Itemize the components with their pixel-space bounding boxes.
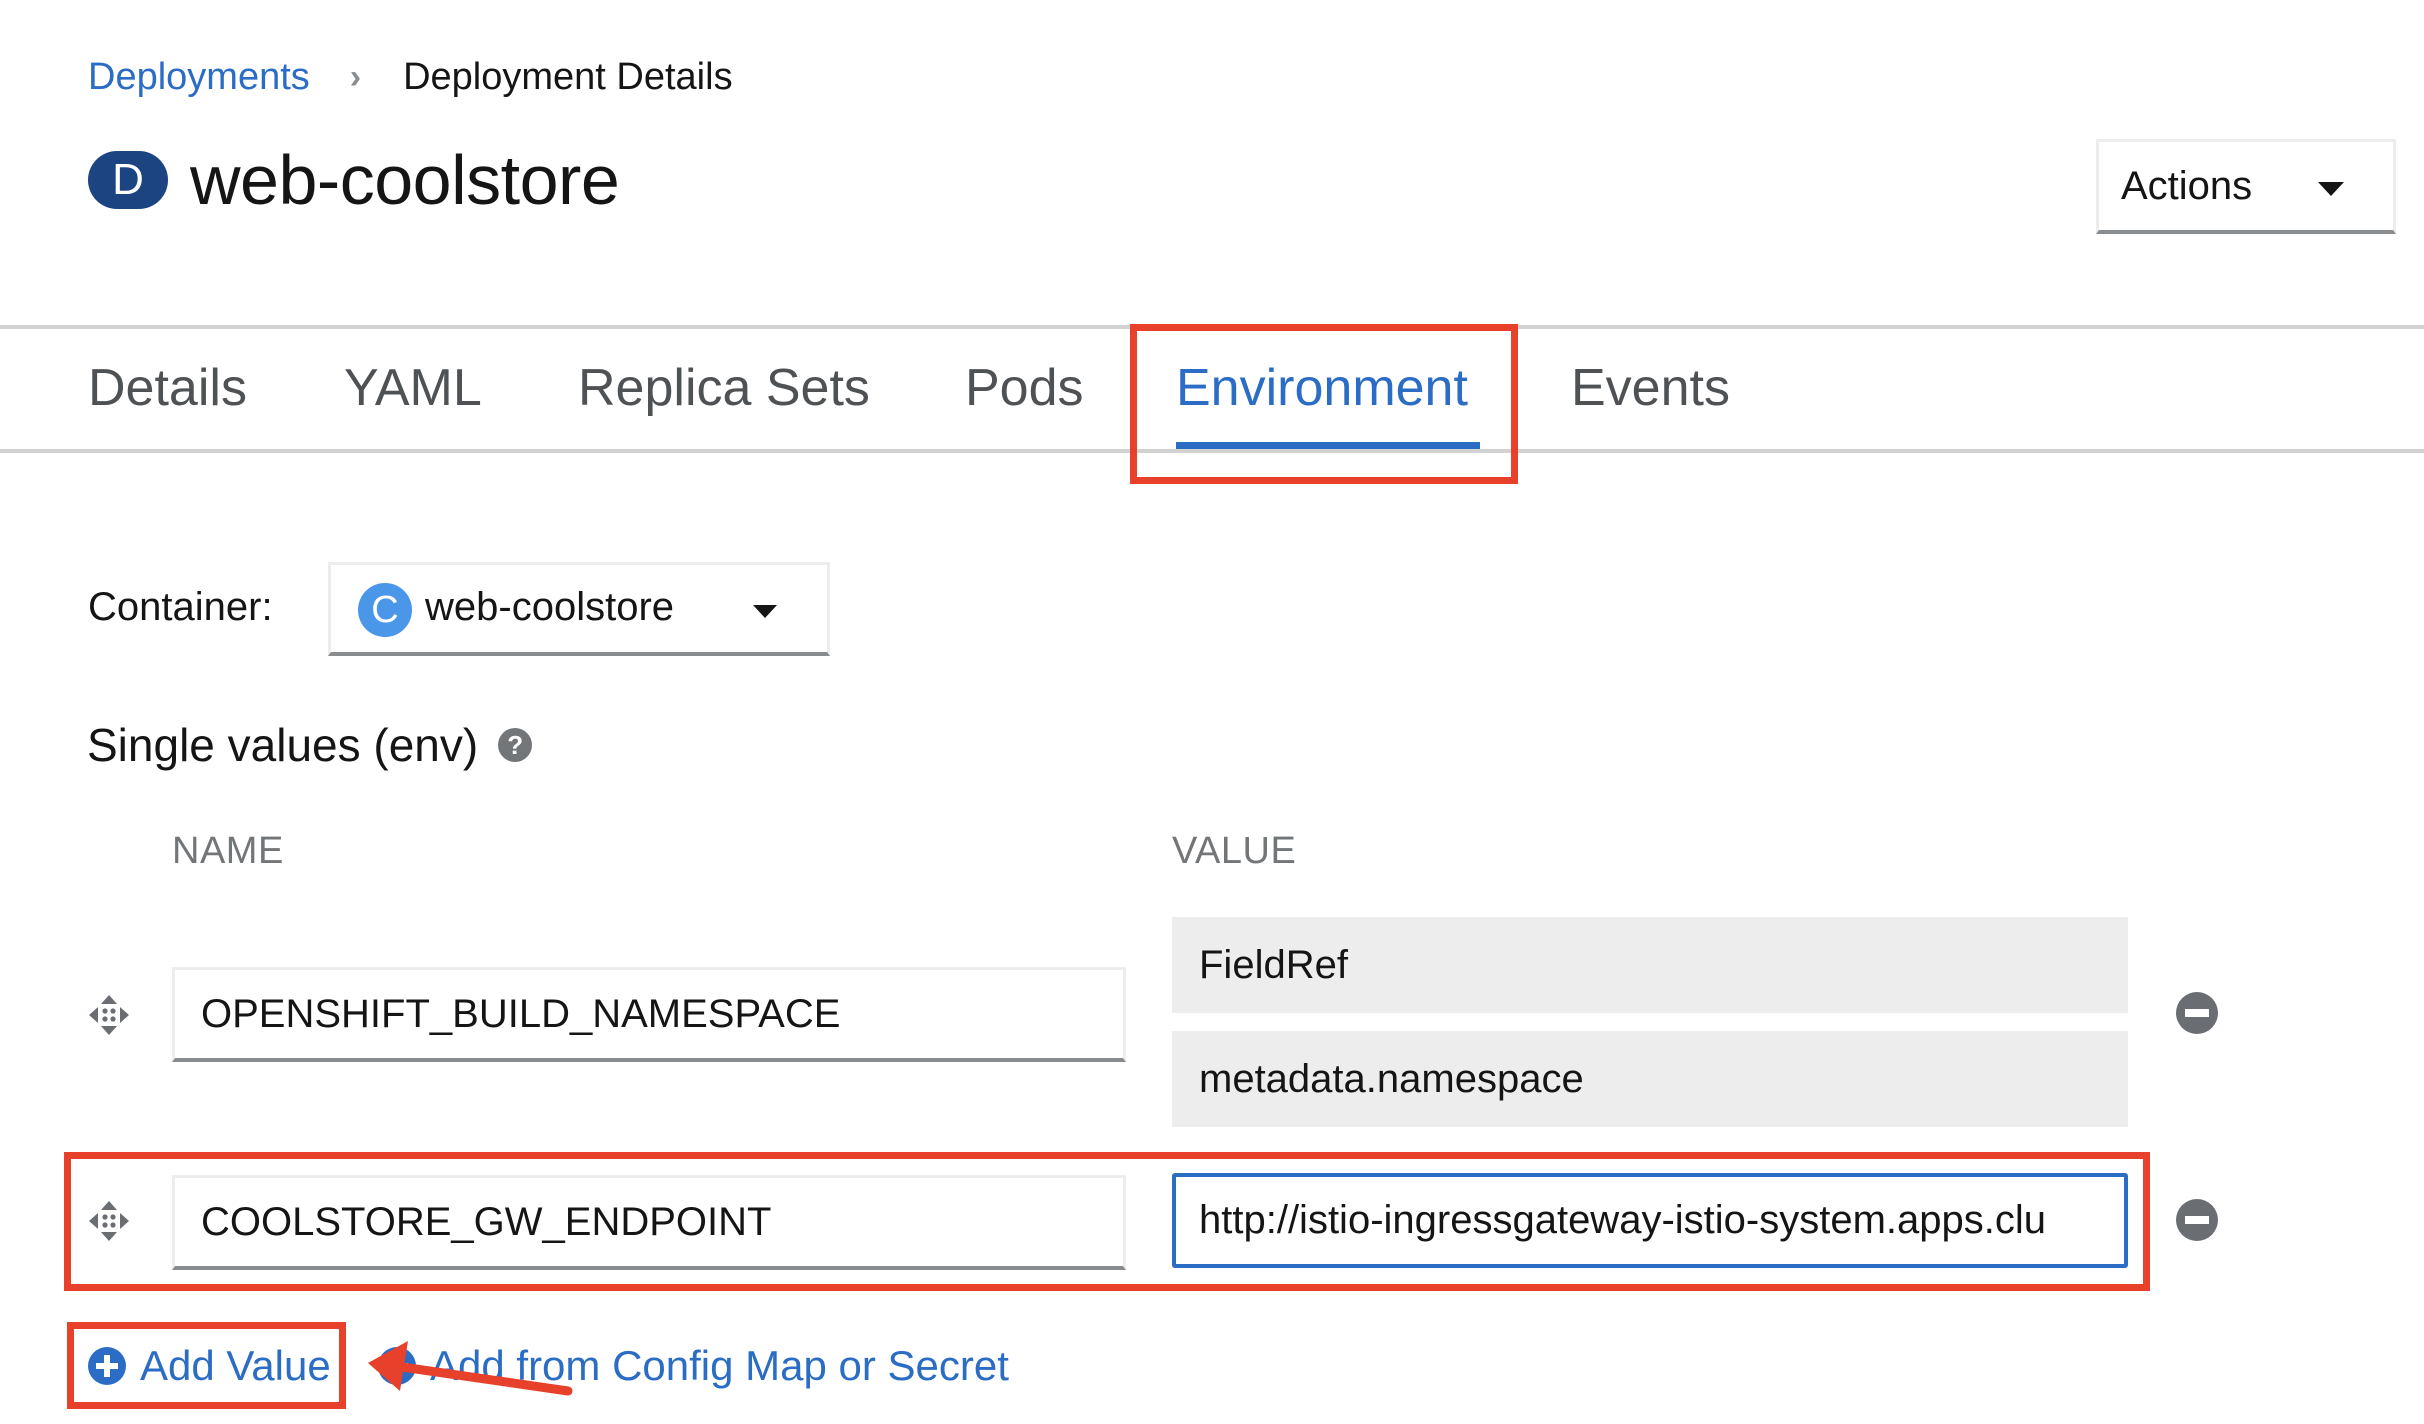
add-value-label: Add Value [140,1342,331,1389]
tab-details[interactable]: Details [88,350,247,426]
container-label: Container: [88,585,273,629]
tabs-top-divider [0,325,2424,329]
chevron-right-icon: › [349,57,362,96]
active-tab-indicator [1176,442,1480,449]
tab-events[interactable]: Events [1571,350,1730,426]
container-select[interactable]: C web-coolstore [328,562,830,656]
breadcrumb-current: Deployment Details [403,55,733,98]
tab-replica-sets[interactable]: Replica Sets [578,350,870,426]
page-title: web-coolstore [190,141,620,219]
section-heading: Single values (env) ? [87,718,533,772]
caret-down-icon [2318,182,2344,196]
env-name-input[interactable]: COOLSTORE_GW_ENDPOINT [172,1175,1126,1270]
env-value-type-field: FieldRef [1172,917,2128,1013]
plus-circle-icon [88,1347,126,1385]
drag-handle-icon[interactable] [88,1200,130,1242]
env-value-input[interactable]: http://istio-ingressgateway-istio-system… [1172,1173,2128,1268]
actions-dropdown-button[interactable]: Actions [2096,139,2396,234]
breadcrumb-deployments-link[interactable]: Deployments [88,56,310,99]
annotation-arrow-icon [368,1341,573,1396]
container-selected-value: web-coolstore [425,585,675,629]
add-value-button[interactable]: Add Value [88,1338,331,1394]
tab-pods[interactable]: Pods [965,350,1084,426]
breadcrumb: Deployments › Deployment Details [88,50,733,104]
remove-row-button[interactable] [2176,1199,2218,1241]
env-name-input[interactable]: OPENSHIFT_BUILD_NAMESPACE [172,967,1126,1062]
caret-down-icon [753,605,777,618]
drag-handle-icon[interactable] [88,994,130,1036]
actions-label: Actions [2121,163,2253,208]
page-header: D web-coolstore [88,140,620,220]
help-icon[interactable]: ? [498,728,533,762]
section-heading-text: Single values (env) [87,719,479,771]
column-header-value: VALUE [1172,830,1297,872]
deployment-badge-icon: D [88,151,168,209]
column-header-name: NAME [172,830,284,872]
tab-yaml[interactable]: YAML [344,350,482,426]
container-badge-icon: C [358,583,412,637]
remove-row-button[interactable] [2176,992,2218,1034]
tab-environment[interactable]: Environment [1176,350,1468,426]
env-value-readonly-field: metadata.namespace [1172,1031,2128,1127]
tabs-bottom-divider [0,449,2424,453]
